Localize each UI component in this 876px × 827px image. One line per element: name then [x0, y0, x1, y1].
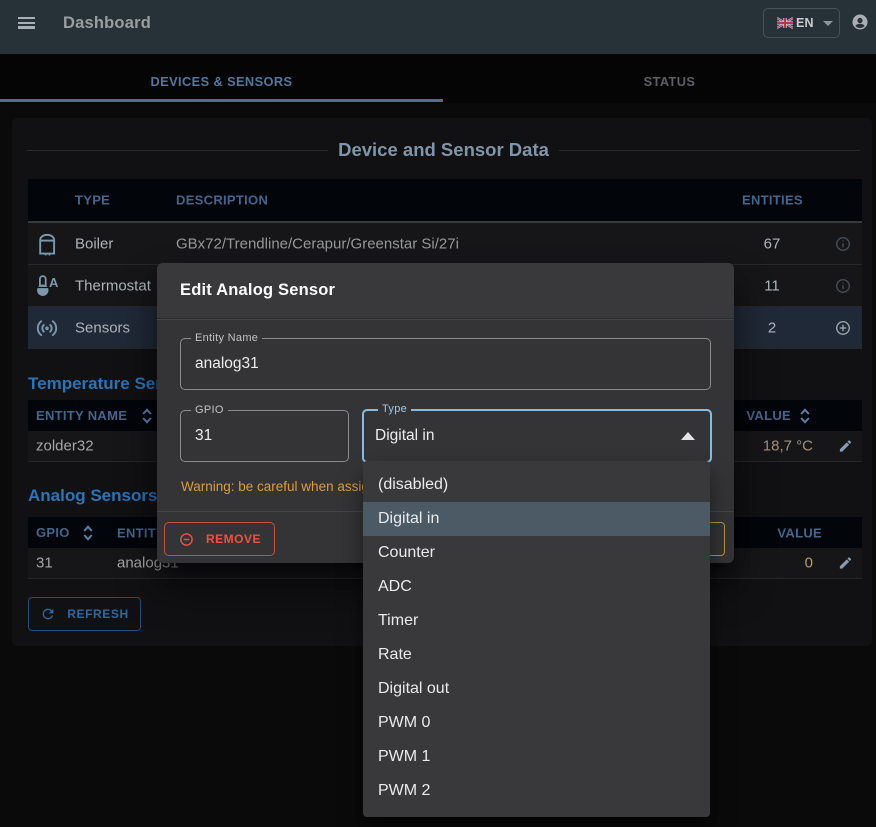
svg-text:A: A [49, 275, 59, 290]
